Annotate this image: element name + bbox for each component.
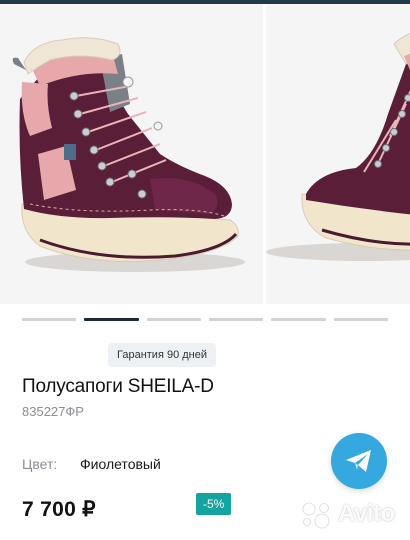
gallery-image-main[interactable] [0, 4, 263, 304]
product-price: 7 700 ₽ [22, 498, 96, 521]
product-sku: 835227ФР [22, 404, 84, 419]
gallery-pagination [22, 318, 388, 321]
warranty-badge: Гарантия 90 дней [108, 343, 217, 367]
image-gallery[interactable] [0, 4, 410, 304]
boot-front-image [12, 37, 245, 272]
avito-logo-icon [302, 502, 330, 529]
gallery-dot[interactable] [271, 318, 326, 321]
gallery-dot-active[interactable] [84, 318, 139, 321]
avito-watermark: Avito [300, 497, 400, 531]
product-title: Полусапоги SHEILA-D [22, 376, 214, 397]
gallery-dot[interactable] [22, 318, 77, 321]
watermark-text: Avito [338, 500, 395, 527]
telegram-share-button[interactable] [331, 433, 387, 489]
gallery-image-next[interactable] [266, 4, 410, 304]
boot-side-image [266, 33, 410, 261]
gallery-dot[interactable] [333, 318, 388, 321]
color-value: Фиолетовый [80, 456, 161, 472]
telegram-paper-plane-icon [346, 450, 371, 472]
color-label: Цвет: [22, 456, 58, 472]
discount-badge: -5% [196, 493, 232, 515]
gallery-dot[interactable] [146, 318, 201, 321]
gallery-dot[interactable] [208, 318, 264, 321]
